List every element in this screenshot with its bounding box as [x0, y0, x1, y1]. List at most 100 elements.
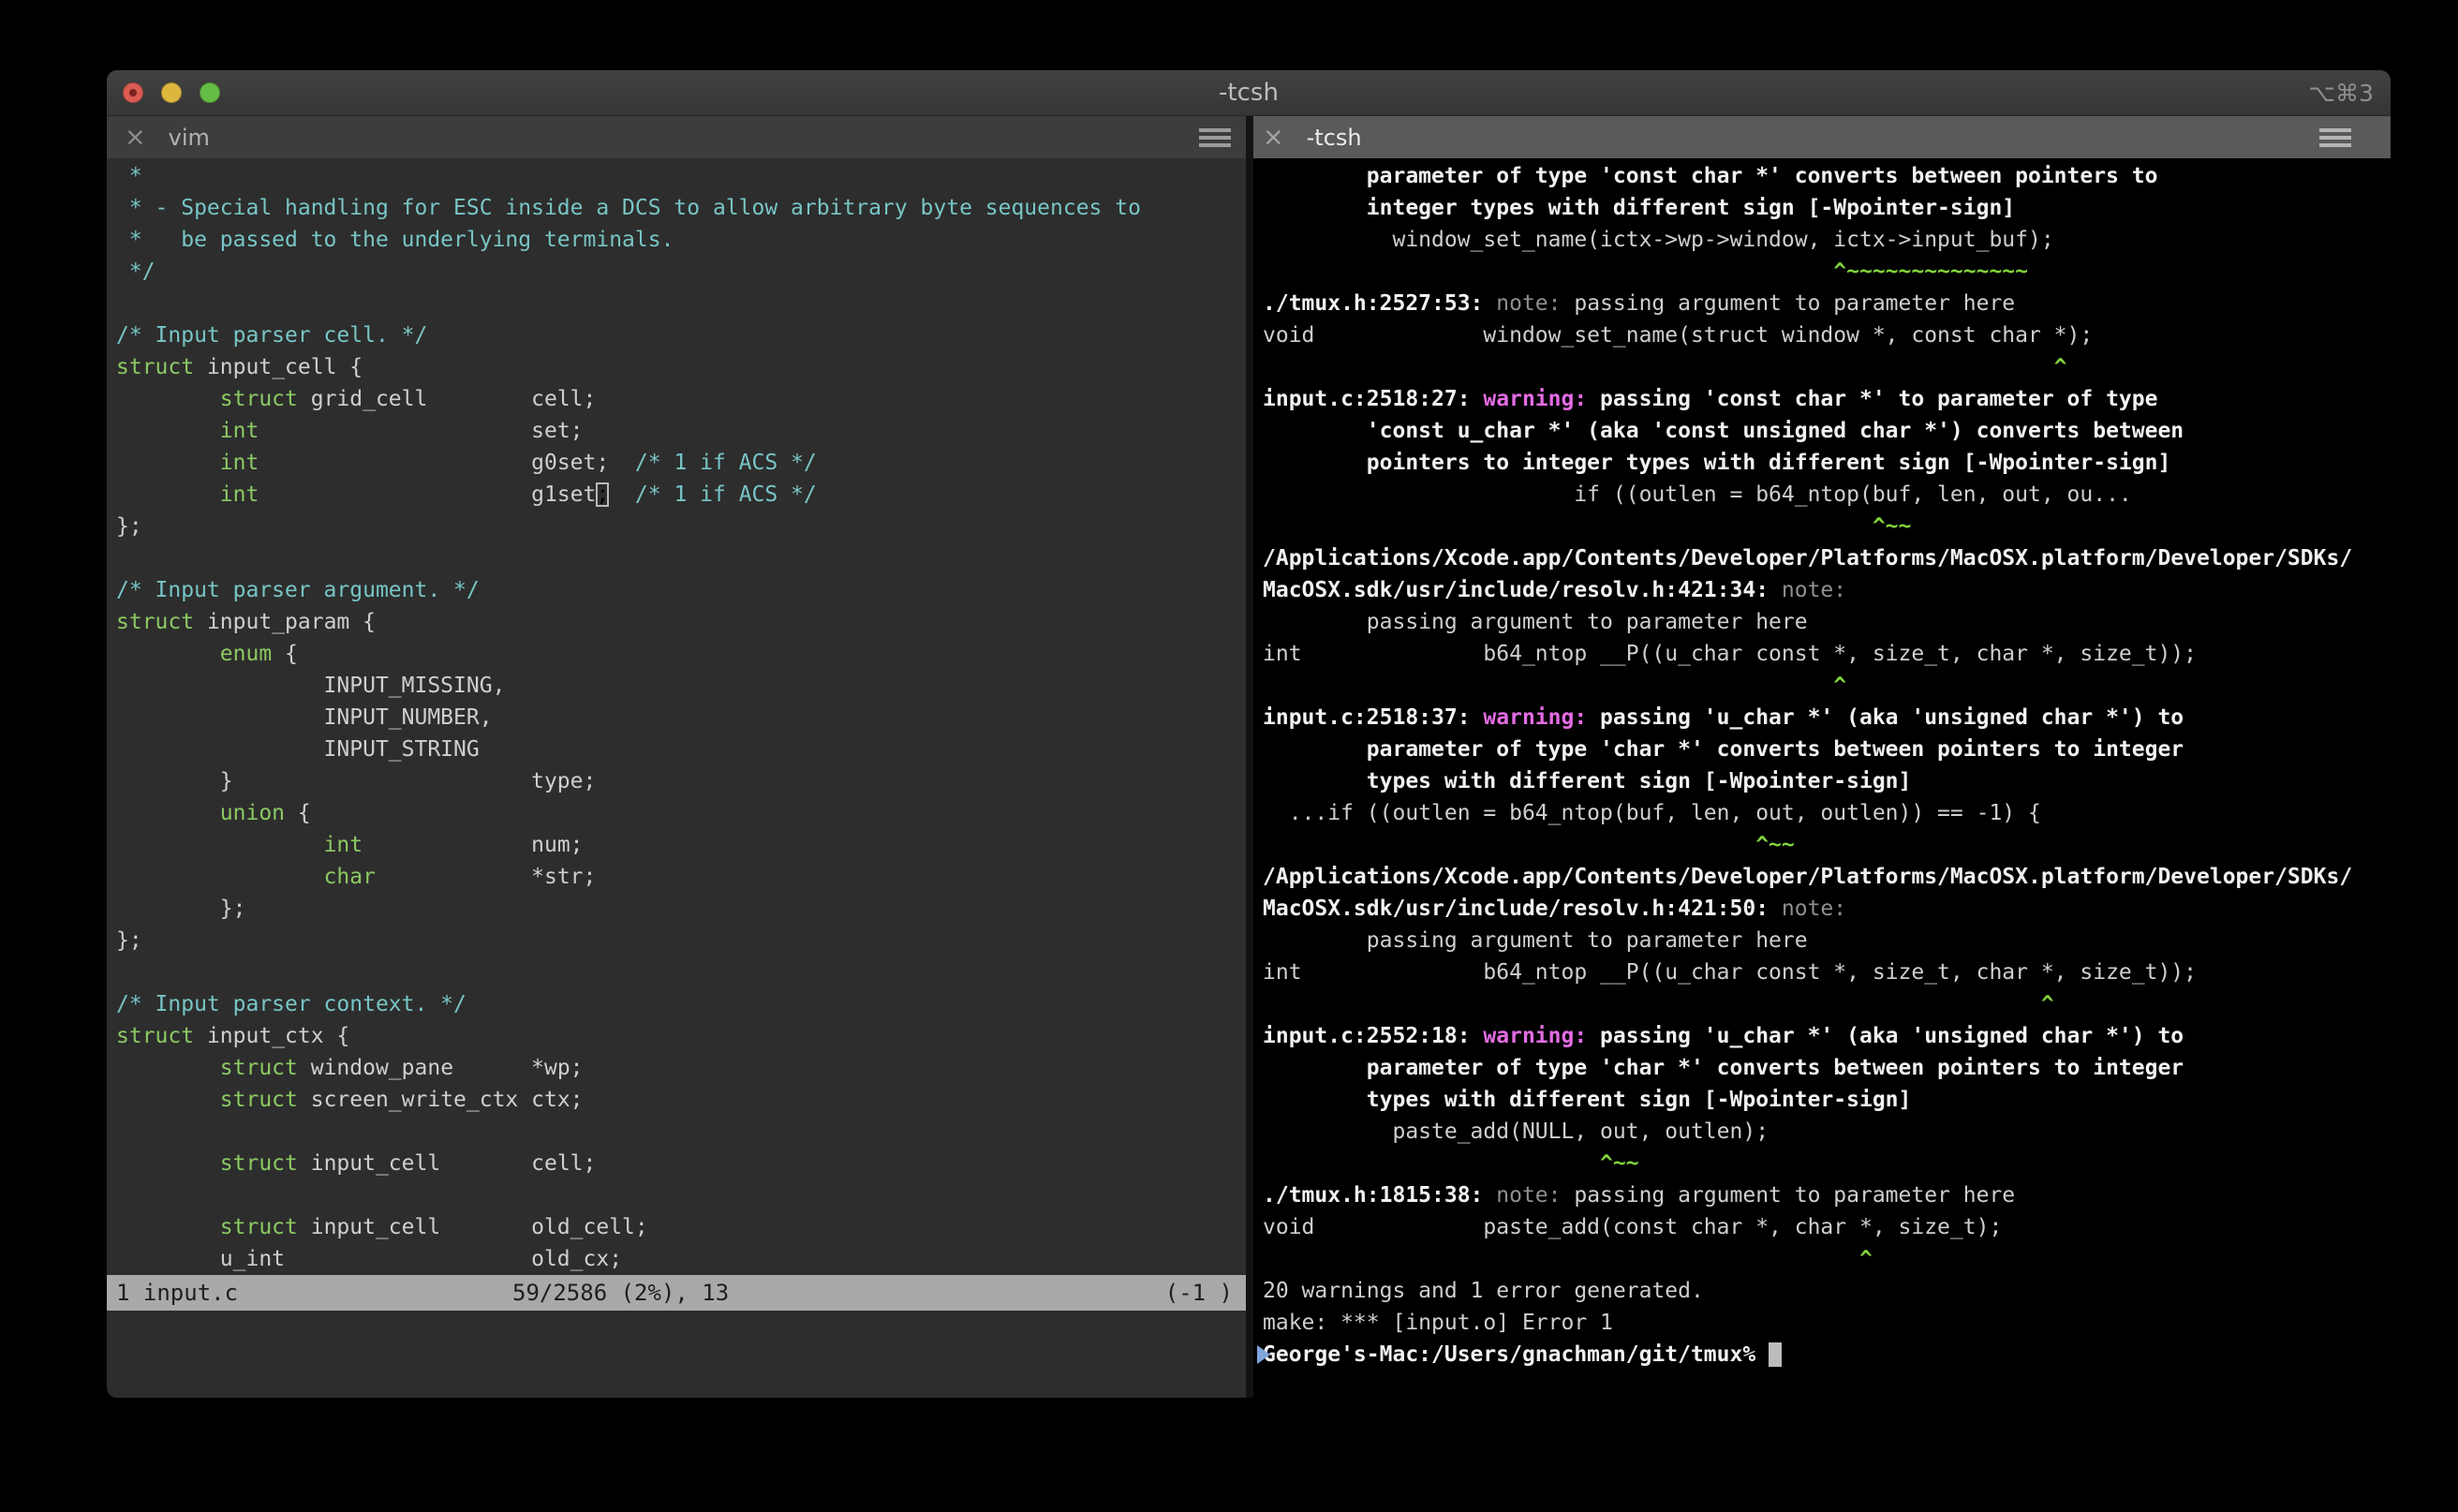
text-segment: input.c:2552:18: [1263, 1024, 1484, 1048]
text-segment: 'const u_char *' (aka 'const unsigned ch… [1263, 419, 2184, 443]
text-segment: types with different sign [-Wpointer-sig… [1263, 769, 1912, 793]
terminal-line: parameter of type 'char *' converts betw… [1263, 1052, 2391, 1084]
text-segment: /* 1 if ACS */ [634, 482, 817, 507]
shell-pane-title: -tcsh [1306, 124, 1362, 151]
text-segment: ^ [1263, 992, 2054, 1016]
text-segment: }; [116, 897, 246, 921]
terminal-line: parameter of type 'char *' converts betw… [1263, 734, 2391, 765]
text-segment: input_cell cell; [297, 1151, 597, 1176]
terminal-line: input.c:2518:27: warning: passing 'const… [1263, 383, 2391, 415]
text-segment: /* Input parser argument. */ [116, 578, 480, 602]
terminal-line: ./tmux.h:2527:53: note: passing argument… [1263, 288, 2391, 319]
text-segment: * [116, 164, 142, 188]
text-segment: 20 warnings and 1 error generated. [1263, 1279, 1704, 1303]
text-segment: struct [219, 387, 298, 411]
text-segment: ./tmux.h:2527:53: [1263, 291, 1497, 316]
text-segment [116, 387, 220, 411]
text-segment: void window_set_name(struct window *, co… [1263, 323, 2094, 348]
text-segment: g1set [259, 482, 597, 507]
hamburger-menu-icon[interactable] [2319, 125, 2351, 151]
text-segment: ...if ((outlen = b64_ntop(buf, len, out,… [1263, 801, 2041, 825]
text-segment: grid_cell cell; [297, 387, 597, 411]
terminal-line: ^ [1263, 670, 2391, 702]
text-segment: passing 'u_char *' (aka 'unsigned char *… [1600, 1024, 2184, 1048]
text-segment: integer types with different sign [-Wpoi… [1263, 196, 2016, 220]
text-segment: warning: [1483, 705, 1601, 730]
statusline-extra: (-1 ) [1164, 1280, 1233, 1306]
terminal-line: ^ [1263, 351, 2391, 383]
text-segment: g0set; [259, 451, 635, 475]
terminal-line: George's-Mac:/Users/gnachman/git/tmux% [1257, 1339, 2391, 1371]
statusline-position: 59/2586 (2%), 13 [512, 1280, 730, 1306]
text-segment: struct [116, 610, 195, 634]
text-segment: /* 1 if ACS */ [634, 451, 817, 475]
close-pane-icon[interactable]: × [1263, 125, 1284, 150]
text-segment: int [323, 833, 363, 857]
terminal-line: paste_add(NULL, out, outlen); [1263, 1116, 2391, 1148]
text-segment: warning: [1483, 387, 1601, 411]
text-segment [116, 1088, 220, 1112]
text-segment: note: [1781, 897, 1847, 921]
terminal-cursor [1769, 1342, 1782, 1367]
minimize-button[interactable] [161, 82, 182, 103]
close-pane-icon[interactable]: × [125, 125, 146, 150]
shell-pane-titlebar[interactable]: × -tcsh [1246, 116, 2391, 158]
vim-pane-title: vim [168, 124, 210, 151]
text-segment [116, 801, 220, 825]
text-segment: u_int old_cx; [116, 1247, 623, 1271]
text-segment [116, 1151, 220, 1176]
text-segment: /* Input parser context. */ [116, 992, 466, 1016]
terminal-line: 20 warnings and 1 error generated. [1263, 1275, 2391, 1307]
text-segment: union [219, 801, 286, 825]
text-segment: passing argument to parameter here [1574, 1183, 2016, 1208]
text-segment: parameter of type 'char *' converts betw… [1263, 1056, 2184, 1080]
text-segment: parameter of type 'char *' converts betw… [1263, 737, 2184, 762]
text-segment: input_param { [194, 610, 376, 634]
code-line: }; [116, 511, 1246, 542]
zoom-button[interactable] [200, 82, 220, 103]
code-line: int set; [116, 415, 1246, 447]
text-segment [116, 1215, 220, 1239]
code-line: union { [116, 797, 1246, 829]
code-line: * - Special handling for ESC inside a DC… [116, 192, 1246, 224]
text-segment [116, 865, 324, 889]
text-segment: input.c:2518:27: [1263, 387, 1484, 411]
text-segment: ^ [1263, 1247, 1873, 1271]
text-segment: struct [219, 1088, 298, 1112]
terminal-line: /Applications/Xcode.app/Contents/Develop… [1263, 542, 2391, 574]
text-segment: struct [116, 355, 195, 379]
terminal-line: void paste_add(const char *, char *, siz… [1263, 1211, 2391, 1243]
text-segment: set; [259, 419, 584, 443]
text-segment: input_cell { [194, 355, 363, 379]
terminal-output: parameter of type 'const char *' convert… [1253, 158, 2391, 1371]
hamburger-menu-icon[interactable] [1199, 125, 1231, 151]
terminal-line: types with different sign [-Wpointer-sig… [1263, 765, 2391, 797]
text-segment: window_set_name(ictx->wp->window, ictx->… [1263, 228, 2054, 252]
terminal-pane[interactable]: parameter of type 'const char *' convert… [1246, 158, 2391, 1398]
text-segment [116, 642, 220, 666]
close-button[interactable] [123, 82, 143, 103]
terminal-line: window_set_name(ictx->wp->window, ictx->… [1263, 224, 2391, 256]
code-line: struct input_cell cell; [116, 1148, 1246, 1179]
terminal-line: ^ [1263, 988, 2391, 1020]
text-segment: input.c:2518:37: [1263, 705, 1484, 730]
text-segment: INPUT_MISSING, [116, 674, 506, 698]
code-line: */ [116, 256, 1246, 288]
window-titlebar[interactable]: -tcsh ⌥⌘3 [107, 70, 2391, 116]
code-line: * [116, 160, 1246, 192]
vim-pane-titlebar[interactable]: × vim [107, 116, 1246, 158]
code-line: char *str; [116, 861, 1246, 893]
terminal-line: input.c:2552:18: warning: passing 'u_cha… [1263, 1020, 2391, 1052]
text-segment: enum [219, 642, 273, 666]
text-segment: warning: [1483, 1024, 1601, 1048]
text-segment: * - Special handling for ESC inside a DC… [116, 196, 1141, 220]
text-segment: num; [363, 833, 584, 857]
text-segment: ^~~ [1263, 1151, 1639, 1176]
text-segment: make: *** [input.o] Error 1 [1263, 1311, 1613, 1335]
text-segment: MacOSX.sdk/usr/include/resolv.h:421:50: [1263, 897, 1782, 921]
vim-pane[interactable]: * * - Special handling for ESC inside a … [107, 158, 1246, 1398]
terminal-line: ^~~ [1263, 511, 2391, 542]
text-segment: passing argument to parameter here [1263, 928, 1808, 953]
terminal-line: passing argument to parameter here [1263, 606, 2391, 638]
